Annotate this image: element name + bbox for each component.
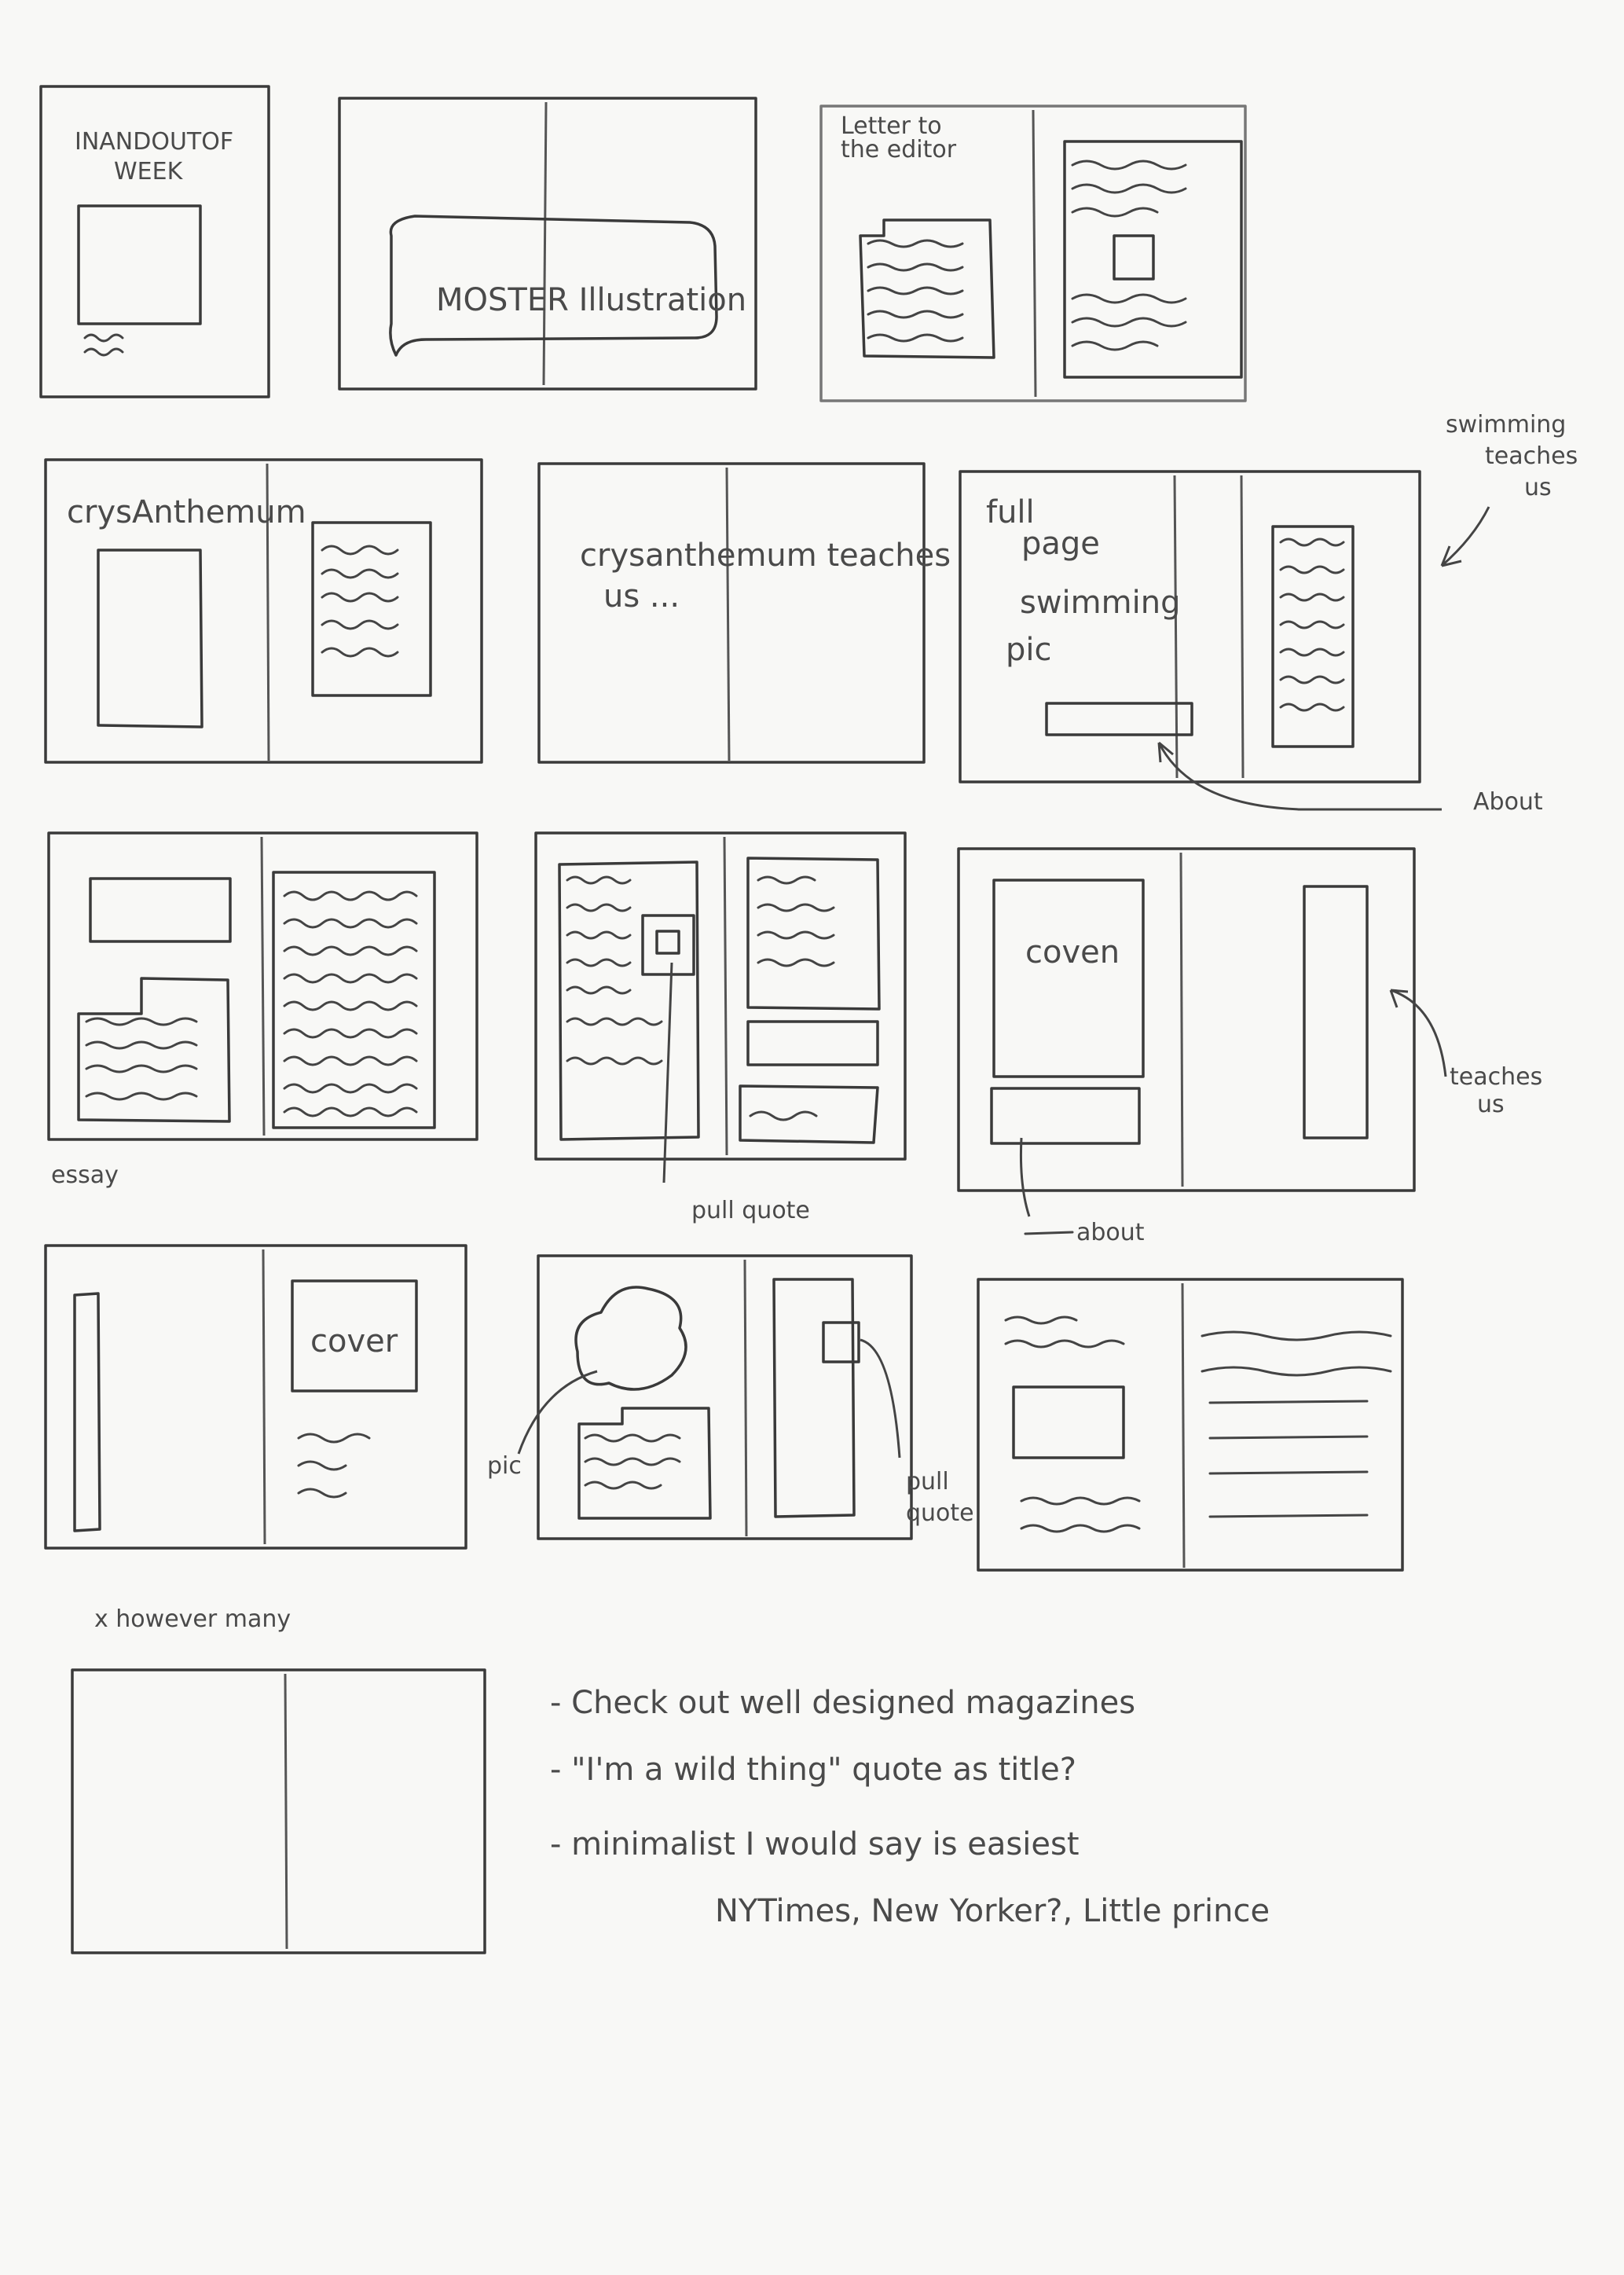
- swimming-note-arrow-icon: [1440, 506, 1490, 567]
- poster-spread-thumbnail: MOSTER Illustration: [338, 97, 757, 391]
- pull-quote-bottom-block: [739, 1084, 879, 1144]
- pic-pull-quote-spread-thumbnail: pic pull quote: [487, 1254, 974, 1540]
- crysanthemum-image: [97, 549, 203, 728]
- cover-label-row4: cover: [310, 1323, 398, 1359]
- letters-small-image: [1113, 234, 1155, 281]
- pic-arrow-icon: [517, 1370, 598, 1455]
- about-note-row3: about: [1076, 1219, 1145, 1246]
- note-item-3: - minimalist I would say is easiest: [550, 1826, 1080, 1862]
- cover-text-scribble: [83, 333, 124, 343]
- pull-quote-column-row4: [772, 1278, 856, 1518]
- swimming-spread-thumbnail: full page swimming pic: [959, 470, 1421, 783]
- pull-quote-box: [641, 914, 695, 976]
- fold-line: [542, 101, 548, 386]
- about-note-row2: About: [1157, 741, 1543, 816]
- about-arrow-icon: [1157, 741, 1442, 811]
- text-image-block: [1012, 1385, 1125, 1459]
- crysanthemum-spread-thumbnail: crysAnthemum: [44, 458, 483, 764]
- teaches-arrow-icon: [1389, 989, 1447, 1077]
- cover-label: coven: [1025, 934, 1120, 971]
- about-note: About: [1473, 788, 1543, 816]
- teaches-note-line1: teaches: [1450, 1063, 1542, 1091]
- crysanthemum-teaches-line1: crysanthemum teaches: [580, 538, 951, 574]
- pic-shape: [574, 1286, 687, 1391]
- swimming-label-line3: swimming: [1020, 585, 1180, 621]
- pull-quote-text-block-left: [558, 860, 700, 1141]
- cover-title-line2: WEEK: [114, 158, 184, 185]
- cover-text-column: [73, 1292, 101, 1532]
- teaches-note-line2: us: [1477, 1091, 1505, 1118]
- letters-label-line2: the editor: [841, 136, 957, 163]
- pull-quote-note-row4-line1: pull: [906, 1468, 949, 1495]
- crysanthemum-teaches-spread-thumbnail: crysanthemum teaches us ...: [537, 462, 951, 764]
- note-item-1: - Check out well designed magazines: [550, 1685, 1135, 1721]
- swimming-note-line2: teaches: [1485, 442, 1578, 470]
- cover-image-placeholder: [77, 204, 202, 325]
- pull-quote-note: pull quote: [691, 1197, 810, 1224]
- swimming-note-line3: us: [1524, 474, 1552, 501]
- swimming-note-line1: swimming: [1446, 411, 1566, 438]
- repeat-note: x however many: [94, 1605, 291, 1633]
- swimming-caption-box: [1045, 702, 1193, 736]
- swimming-text-column: [1271, 525, 1355, 748]
- thumbnail-sketch-sheet: INANDOUTOF WEEK MOSTER Illustration Lett…: [39, 85, 1578, 1954]
- essay-text-block: [77, 977, 231, 1123]
- teaches-text-column: [1303, 885, 1369, 1139]
- swimming-label-line4: pic: [1006, 632, 1052, 668]
- notes-list: - Check out well designed magazines - "I…: [550, 1685, 1270, 1929]
- text-image-spread-thumbnail: [977, 1278, 1404, 1572]
- essay-note: essay: [51, 1161, 119, 1189]
- cover-about-spread-thumbnail: coven teaches us about: [957, 847, 1542, 1246]
- cover-image-block: [992, 879, 1145, 1078]
- pull-quote-note-row4-line2: quote: [906, 1499, 974, 1527]
- cover-thumbnail: INANDOUTOF WEEK: [39, 85, 270, 398]
- pic-note: pic: [487, 1452, 522, 1480]
- cover-text-spread-thumbnail: cover: [44, 1244, 467, 1550]
- swimming-label-line2: page: [1021, 526, 1100, 562]
- essay-image-block: [89, 877, 232, 943]
- pull-quote-arrow-icon-row4: [860, 1338, 901, 1459]
- essay-text-column: [272, 871, 436, 1129]
- swimming-side-note: swimming teaches us: [1440, 411, 1578, 567]
- pull-quote-box-small: [746, 1020, 879, 1066]
- crysanthemum-teaches-line2: us ...: [603, 578, 680, 615]
- cover-title-line1: INANDOUTOF: [75, 128, 233, 156]
- about-caption-box: [990, 1087, 1141, 1145]
- crysanthemum-label: crysAnthemum: [67, 494, 306, 530]
- pull-quote-spread-thumbnail: pull quote: [534, 831, 907, 1224]
- pull-quote-arrow-icon: [662, 962, 673, 1183]
- crysanthemum-text-block: [311, 521, 432, 697]
- note-item-2: - "I'm a wild thing" quote as title?: [550, 1752, 1076, 1788]
- essay-spread-thumbnail: essay: [47, 831, 478, 1189]
- letters-spread-thumbnail: Letter to the editor: [819, 105, 1247, 402]
- poster-label: MOSTER Illustration: [436, 282, 746, 318]
- note-item-4: NYTimes, New Yorker?, Little prince: [715, 1893, 1270, 1929]
- blank-spread-thumbnail: [71, 1668, 486, 1954]
- about-arrow-icon-row3: [1019, 1137, 1031, 1217]
